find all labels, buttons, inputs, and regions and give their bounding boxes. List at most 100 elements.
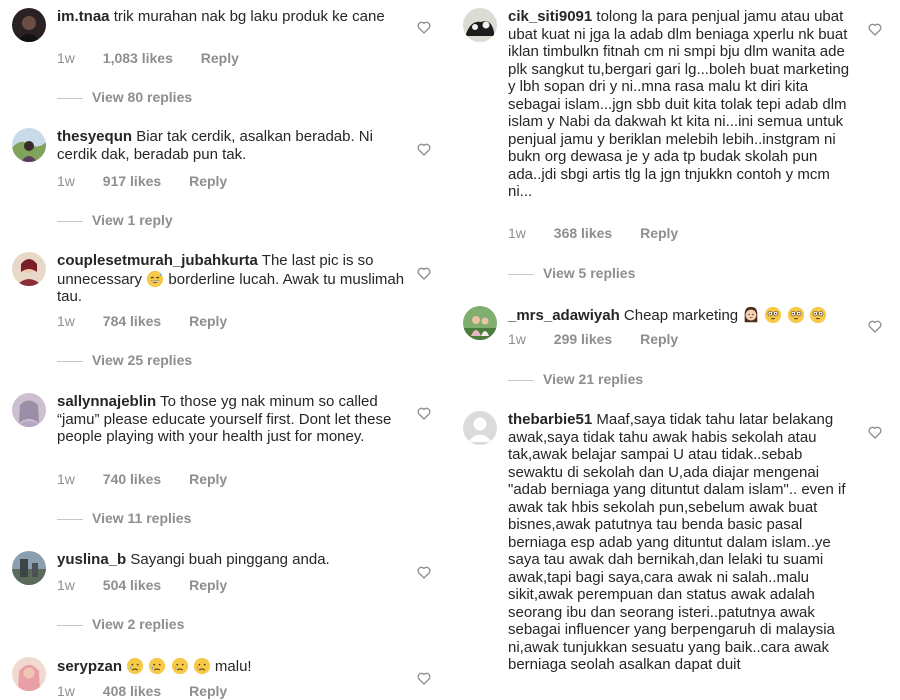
replies-divider: [57, 97, 83, 99]
replies-divider: [57, 624, 83, 626]
comment-time: 1w: [57, 50, 75, 66]
reply-button[interactable]: Reply: [189, 313, 227, 329]
comment-username[interactable]: sallynnajeblin: [57, 393, 156, 410]
replies-divider: [508, 273, 534, 275]
replies-divider: [57, 360, 83, 362]
comment-likes[interactable]: 368 likes: [554, 225, 612, 241]
avatar[interactable]: [12, 657, 46, 691]
like-heart-icon[interactable]: [867, 424, 883, 440]
comment-time: 1w: [508, 225, 526, 241]
reply-button[interactable]: Reply: [189, 471, 227, 487]
comment-username[interactable]: cik_siti9091: [508, 8, 592, 25]
comment-likes[interactable]: 1,083 likes: [103, 50, 173, 66]
view-replies-label: View 21 replies: [543, 371, 644, 387]
comment-time: 1w: [57, 683, 75, 699]
woman-emoji-icon: [745, 306, 758, 323]
view-replies-label: View 2 replies: [92, 616, 185, 632]
like-heart-icon[interactable]: [416, 670, 432, 686]
comment-text: Maaf,saya tidak tahu latar belakang awak…: [508, 411, 846, 673]
comment-body: cik_siti9091 tolong la para penjual jamu…: [508, 8, 858, 201]
crying-face-emoji-icon: [193, 657, 210, 675]
view-replies-label: View 11 replies: [92, 510, 192, 526]
grinning-sweat-emoji-icon: [147, 270, 164, 287]
comment-meta: 1w 1,083 likes Reply: [57, 50, 263, 66]
comment-likes[interactable]: 408 likes: [103, 683, 161, 699]
reply-button[interactable]: Reply: [189, 577, 227, 593]
avatar[interactable]: [12, 252, 46, 286]
crying-face-emoji-icon: [127, 657, 144, 675]
comment-likes[interactable]: 504 likes: [103, 577, 161, 593]
view-replies-button[interactable]: View 5 replies: [508, 265, 635, 281]
comment-likes[interactable]: 917 likes: [103, 173, 161, 189]
avatar[interactable]: [463, 8, 497, 42]
comment-time: 1w: [57, 577, 75, 593]
crying-face-emoji-icon: [171, 657, 188, 675]
view-replies-button[interactable]: View 80 replies: [57, 89, 192, 105]
replies-divider: [57, 220, 83, 222]
avatar[interactable]: [12, 551, 46, 585]
like-heart-icon[interactable]: [867, 318, 883, 334]
like-heart-icon[interactable]: [867, 21, 883, 37]
comment-text: Cheap marketing: [623, 307, 739, 324]
view-replies-label: View 5 replies: [543, 265, 636, 281]
comment-username[interactable]: thesyequn: [57, 128, 132, 145]
comment-text: trik murahan nak bg laku produk ke cane: [113, 8, 385, 25]
comment-text: tolong la para penjual jamu atau ubat ub…: [508, 8, 850, 200]
comment-body: serypzan malu!: [57, 657, 407, 676]
comment-username[interactable]: serypzan: [57, 658, 122, 675]
view-replies-button[interactable]: View 21 replies: [508, 371, 643, 387]
comment-username[interactable]: thebarbie51: [508, 411, 592, 428]
like-heart-icon[interactable]: [416, 405, 432, 421]
comment-likes[interactable]: 784 likes: [103, 313, 161, 329]
comment-likes[interactable]: 740 likes: [103, 471, 161, 487]
avatar[interactable]: [12, 393, 46, 427]
view-replies-button[interactable]: View 1 reply: [57, 212, 173, 228]
avatar[interactable]: [12, 8, 46, 42]
comment-text: malu!: [214, 658, 252, 675]
comment-body: im.tnaa trik murahan nak bg laku produk …: [57, 8, 407, 26]
like-heart-icon[interactable]: [416, 141, 432, 157]
comment-meta: 1w 917 likes Reply: [57, 173, 251, 189]
view-replies-label: View 1 reply: [92, 212, 173, 228]
flushed-face-emoji-icon: [809, 306, 826, 324]
comment-meta: 1w 504 likes Reply: [57, 577, 251, 593]
replies-divider: [57, 518, 83, 520]
like-heart-icon[interactable]: [416, 265, 432, 281]
comment-text: Sayangi buah pinggang anda.: [130, 551, 330, 568]
comment-time: 1w: [57, 173, 75, 189]
flushed-face-emoji-icon: [787, 306, 804, 324]
comment-likes[interactable]: 299 likes: [554, 331, 612, 347]
view-replies-label: View 80 replies: [92, 89, 193, 105]
reply-button[interactable]: Reply: [189, 683, 227, 699]
comment-username[interactable]: yuslina_b: [57, 551, 126, 568]
reply-button[interactable]: Reply: [640, 225, 678, 241]
avatar[interactable]: [12, 128, 46, 162]
comment-body: thebarbie51 Maaf,saya tidak tahu latar b…: [508, 411, 858, 674]
comment-body: yuslina_b Sayangi buah pinggang anda.: [57, 551, 407, 569]
like-heart-icon[interactable]: [416, 19, 432, 35]
reply-button[interactable]: Reply: [189, 173, 227, 189]
comment-username[interactable]: couplesetmurah_jubahkurta: [57, 252, 258, 269]
view-replies-button[interactable]: View 25 replies: [57, 352, 192, 368]
reply-button[interactable]: Reply: [201, 50, 239, 66]
avatar[interactable]: [463, 306, 497, 340]
comment-time: 1w: [508, 331, 526, 347]
comment-body: couplesetmurah_jubahkurta The last pic i…: [57, 252, 407, 306]
comment-body: _mrs_adawiyah Cheap marketing: [508, 306, 858, 325]
comment-username[interactable]: _mrs_adawiyah: [508, 307, 620, 324]
comment-time: 1w: [57, 471, 75, 487]
view-replies-button[interactable]: View 11 replies: [57, 510, 191, 526]
comment-meta: 1w 368 likes Reply: [508, 225, 702, 241]
like-heart-icon[interactable]: [416, 564, 432, 580]
comment-meta: 1w 784 likes Reply: [57, 313, 251, 329]
view-replies-button[interactable]: View 2 replies: [57, 616, 184, 632]
replies-divider: [508, 379, 534, 381]
comment-meta: 1w 299 likes Reply: [508, 331, 702, 347]
comment-meta: 1w 408 likes Reply: [57, 683, 251, 699]
comment-body: thesyequn Biar tak cerdik, asalkan berad…: [57, 128, 407, 163]
comment-username[interactable]: im.tnaa: [57, 8, 110, 25]
avatar[interactable]: [463, 411, 497, 445]
crying-face-emoji-icon: [149, 657, 166, 675]
reply-button[interactable]: Reply: [640, 331, 678, 347]
flushed-face-emoji-icon: [765, 306, 782, 324]
